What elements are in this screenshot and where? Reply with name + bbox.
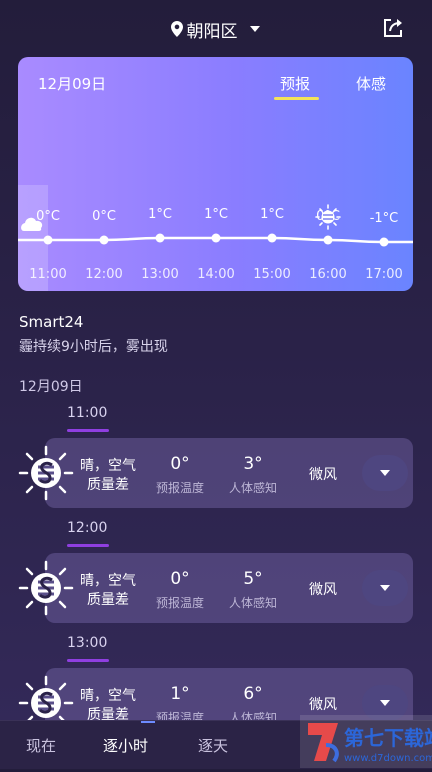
caret-down-icon: [249, 26, 260, 32]
feel-temp: 6°: [243, 684, 263, 704]
condition-text: 晴，空气 质量差: [68, 572, 148, 610]
wind-level: 微风: [309, 582, 337, 598]
condition-text: 晴，空气 质量差: [68, 457, 148, 495]
wind-level: 微风: [309, 697, 337, 713]
wind-level: 微风: [309, 467, 337, 483]
location-name: 朝阳区: [186, 21, 238, 42]
nav-now[interactable]: 现在: [26, 735, 56, 756]
card-date: 12月09日: [38, 75, 107, 93]
condition-line1: 晴，空气: [80, 688, 136, 704]
feel-temp-label: 人体感知: [228, 596, 277, 610]
watermark-url: www.d7down.com: [344, 753, 432, 764]
condition-line1: 晴，空气: [80, 458, 136, 474]
nav-active-indicator: [141, 721, 155, 723]
hour-label: 12:00: [67, 520, 108, 536]
condition-line2: 质量差: [87, 592, 129, 608]
chevron-down-icon: [380, 700, 390, 706]
feel-temp-label: 人体感知: [228, 481, 277, 495]
watermark-title: 第七下载站: [344, 726, 432, 750]
temperature-point: [43, 235, 53, 245]
sunny-haze-icon: [16, 443, 76, 507]
expand-button[interactable]: [362, 455, 408, 491]
temperature-label: 1°C: [148, 207, 172, 222]
feel-temp: 5°: [243, 569, 263, 589]
feel-temp: 3°: [243, 454, 263, 474]
tab-forecast[interactable]: 预报: [280, 73, 310, 94]
forecast-temp: 0°: [170, 454, 190, 474]
active-tab-indicator: [274, 97, 319, 100]
list-date: 12月09日: [19, 379, 83, 395]
temperature-point: [99, 235, 109, 245]
chevron-down-icon: [380, 470, 390, 476]
sunny-haze-icon: [16, 558, 76, 622]
tab-feel[interactable]: 体感: [356, 73, 386, 94]
temperature-point: [211, 233, 221, 243]
time-label: 16:00: [309, 267, 346, 282]
share-icon: [384, 19, 402, 37]
nav-daily[interactable]: 逐天: [198, 735, 228, 756]
temperature-label: 1°C: [260, 207, 284, 222]
nav-hourly[interactable]: 逐小时: [103, 735, 148, 756]
condition-line1: 晴，空气: [80, 573, 136, 589]
hour-underline: [67, 429, 109, 432]
forecast-temp: 0°: [170, 569, 190, 589]
watermark: 第七下载站 www.d7down.com: [300, 715, 432, 768]
sunny-haze-icon: [315, 204, 341, 230]
hourly-temperature-chart: 0°C11:000°C12:001°C13:001°C14:001°C15:00…: [18, 204, 413, 282]
watermark-logo: 第七下载站 www.d7down.com: [300, 715, 432, 768]
chevron-down-icon: [380, 585, 390, 591]
temperature-point: [323, 235, 333, 245]
forecast-temp: 1°: [170, 684, 190, 704]
pin-icon: [170, 21, 183, 37]
hour-label: 11:00: [67, 405, 108, 421]
time-label: 11:00: [29, 267, 66, 282]
condition-line2: 质量差: [87, 477, 129, 493]
temperature-label: 0°C: [92, 209, 116, 224]
time-label: 14:00: [197, 267, 234, 282]
share-button[interactable]: [380, 15, 406, 41]
time-label: 15:00: [253, 267, 290, 282]
location-selector[interactable]: 朝阳区: [0, 14, 432, 44]
temperature-label: 1°C: [204, 207, 228, 222]
time-label: 17:00: [365, 267, 402, 282]
temperature-point: [155, 233, 165, 243]
expand-button[interactable]: [362, 570, 408, 606]
summary-description: 霾持续9小时后，雾出现: [19, 339, 168, 355]
time-label: 13:00: [141, 267, 178, 282]
temperature-point: [267, 233, 277, 243]
summary-title: Smart24: [19, 313, 84, 331]
hour-underline: [67, 544, 109, 547]
hour-label: 13:00: [67, 635, 108, 651]
temperature-label: -1°C: [370, 211, 399, 226]
forecast-temp-label: 预报温度: [155, 481, 204, 495]
hour-underline: [67, 659, 109, 662]
time-label: 12:00: [85, 267, 122, 282]
temperature-point: [379, 237, 389, 247]
hourly-forecast-card: 12月09日 预报 体感 0°C 11:00 0°C 12:00 1°C 13:00 1°C…: [18, 57, 413, 291]
forecast-temp-label: 预报温度: [155, 596, 204, 610]
